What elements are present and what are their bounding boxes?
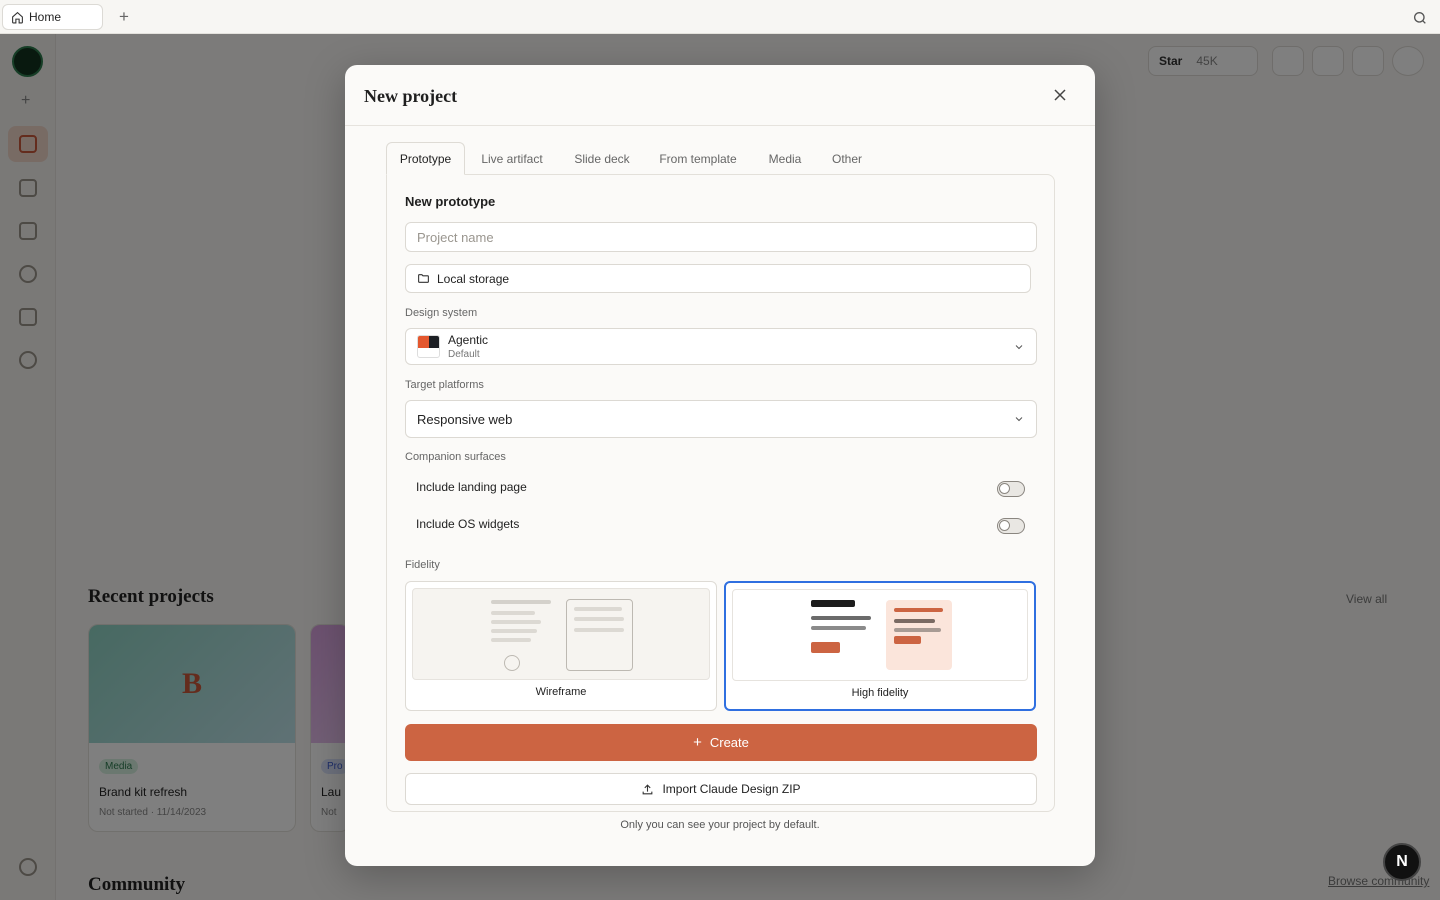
tab-from-template[interactable]: From template xyxy=(650,142,746,175)
plus-icon: + xyxy=(693,734,702,751)
os-widgets-toggle[interactable] xyxy=(997,518,1025,534)
target-platforms-value: Responsive web xyxy=(417,412,513,427)
design-system-select[interactable]: Agentic Default xyxy=(405,328,1037,365)
storage-label: Local storage xyxy=(437,271,510,286)
folder-icon xyxy=(418,274,429,283)
next-dev-indicator[interactable]: N xyxy=(1383,843,1421,881)
design-system-sub: Default xyxy=(448,349,480,360)
os-widgets-row: Include OS widgets xyxy=(405,510,1037,540)
wireframe-preview xyxy=(412,588,710,680)
new-tab-button[interactable]: + xyxy=(116,8,132,25)
section-title: New prototype xyxy=(405,194,496,209)
landing-page-label: Include landing page xyxy=(416,480,527,494)
import-label: Import Claude Design ZIP xyxy=(662,782,801,796)
target-platforms-label: Target platforms xyxy=(405,379,484,391)
storage-location-button[interactable]: Local storage xyxy=(405,264,1031,293)
fidelity-wireframe-option[interactable]: Wireframe xyxy=(405,581,717,711)
design-system-swatch xyxy=(417,335,440,358)
landing-page-row: Include landing page xyxy=(405,473,1037,503)
prototype-panel: New prototype Local storage Design syste… xyxy=(386,174,1055,812)
project-name-input[interactable] xyxy=(405,222,1037,252)
os-widgets-label: Include OS widgets xyxy=(416,517,520,531)
new-project-dialog: New project Prototype Live artifact Slid… xyxy=(345,65,1095,866)
dialog-title: New project xyxy=(364,86,458,106)
high-fidelity-preview xyxy=(732,589,1028,681)
privacy-footnote: Only you can see your project by default… xyxy=(620,819,820,831)
tab-prototype[interactable]: Prototype xyxy=(386,142,465,175)
tab-home[interactable]: Home xyxy=(2,4,103,30)
tab-other[interactable]: Other xyxy=(822,142,872,175)
chevron-down-icon xyxy=(1015,417,1023,422)
browser-tab-bar: Home + xyxy=(0,0,1440,34)
fidelity-high-option[interactable]: High fidelity xyxy=(724,581,1036,711)
design-system-label: Design system xyxy=(405,307,478,319)
import-zip-button[interactable]: Import Claude Design ZIP xyxy=(405,773,1037,805)
wireframe-label: Wireframe xyxy=(535,686,587,698)
design-system-name: Agentic xyxy=(448,333,489,347)
dialog-header: New project xyxy=(345,65,1095,126)
tab-live-artifact[interactable]: Live artifact xyxy=(470,142,554,175)
landing-page-toggle[interactable] xyxy=(997,481,1025,497)
home-icon xyxy=(12,11,23,23)
create-label: Create xyxy=(709,735,749,750)
tab-slide-deck[interactable]: Slide deck xyxy=(562,142,642,175)
search-icon[interactable] xyxy=(1412,10,1428,26)
tab-home-label: Home xyxy=(29,10,62,24)
fidelity-label: Fidelity xyxy=(405,559,440,571)
target-platforms-select[interactable]: Responsive web xyxy=(405,400,1037,438)
upload-icon xyxy=(643,783,653,794)
companion-surfaces-label: Companion surfaces xyxy=(405,451,506,463)
tab-media[interactable]: Media xyxy=(754,142,816,175)
close-icon[interactable] xyxy=(1050,85,1070,105)
high-fidelity-label: High fidelity xyxy=(851,687,909,699)
chevron-down-icon xyxy=(1015,345,1023,350)
create-button[interactable]: + Create xyxy=(405,724,1037,761)
